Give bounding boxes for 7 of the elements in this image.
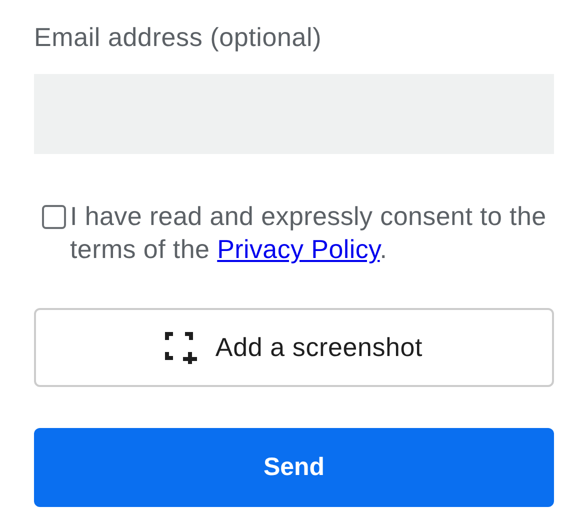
privacy-policy-link[interactable]: Privacy Policy: [217, 234, 380, 264]
consent-text: I have read and expressly consent to the terms of the Privacy Policy.: [70, 200, 548, 266]
send-button[interactable]: Send: [34, 428, 554, 507]
screenshot-add-icon: [165, 332, 198, 364]
email-label: Email address (optional): [34, 21, 323, 54]
add-screenshot-button[interactable]: Add a screenshot: [34, 308, 554, 387]
consent-checkbox[interactable]: [42, 205, 66, 229]
